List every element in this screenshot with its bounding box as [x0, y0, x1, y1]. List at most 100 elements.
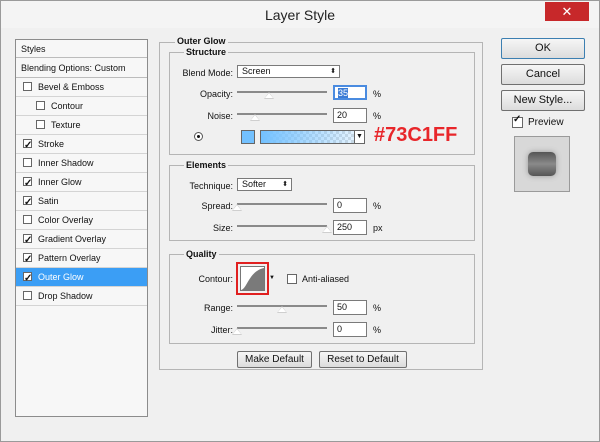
- style-checkbox[interactable]: [23, 174, 32, 193]
- anti-aliased-checkbox[interactable]: [287, 274, 297, 284]
- opacity-slider-thumb[interactable]: [263, 92, 274, 99]
- style-item-label: Texture: [51, 120, 81, 130]
- style-preview: [514, 136, 570, 192]
- technique-select[interactable]: Softer ⬍: [237, 178, 292, 191]
- glow-color-swatch[interactable]: [241, 130, 255, 144]
- styles-header[interactable]: Styles: [16, 40, 147, 58]
- spread-slider-thumb[interactable]: [232, 204, 242, 211]
- quality-title: Quality: [184, 249, 219, 259]
- noise-input[interactable]: 20: [333, 108, 367, 123]
- size-slider-thumb[interactable]: [322, 226, 332, 233]
- style-item-label: Outer Glow: [38, 272, 84, 282]
- opacity-label: Opacity:: [199, 89, 233, 99]
- opacity-value: 35: [338, 88, 349, 98]
- style-checkbox[interactable]: [36, 120, 45, 129]
- style-item-drop-shadow[interactable]: Drop Shadow: [16, 287, 147, 306]
- outer-glow-title: Outer Glow: [175, 36, 228, 46]
- style-checkbox[interactable]: [23, 231, 32, 250]
- anti-aliased-label: Anti-aliased: [302, 274, 350, 284]
- blend-mode-label: Blend Mode:: [182, 68, 233, 78]
- make-default-button[interactable]: Make Default: [237, 351, 312, 368]
- range-input[interactable]: 50: [333, 300, 367, 315]
- color-annotation: #73C1FF: [374, 124, 458, 146]
- size-slider[interactable]: [237, 225, 327, 227]
- ok-button[interactable]: OK: [501, 38, 585, 59]
- blending-options-item[interactable]: Blending Options: Custom: [16, 59, 147, 78]
- noise-unit: %: [373, 111, 382, 121]
- select-arrow-icon: ⬍: [330, 68, 336, 75]
- style-item-contour[interactable]: Contour: [16, 97, 147, 116]
- style-item-stroke[interactable]: Stroke: [16, 135, 147, 155]
- jitter-input[interactable]: 0: [333, 322, 367, 337]
- style-checkbox[interactable]: [23, 269, 32, 288]
- style-item-pattern-overlay[interactable]: Pattern Overlay: [16, 249, 147, 269]
- technique-label: Technique:: [189, 181, 233, 191]
- style-checkbox[interactable]: [23, 136, 32, 155]
- style-checkbox[interactable]: [36, 101, 45, 110]
- gradient-dropdown-arrow-icon[interactable]: ▼: [354, 130, 365, 144]
- contour-dropdown-arrow-icon[interactable]: ▼: [269, 275, 275, 281]
- preview-checkbox[interactable]: [512, 114, 523, 128]
- range-slider-thumb[interactable]: [277, 306, 287, 313]
- jitter-unit: %: [373, 325, 382, 335]
- jitter-slider-thumb[interactable]: [232, 328, 242, 335]
- spread-unit: %: [373, 201, 382, 211]
- opacity-input[interactable]: 35: [333, 85, 367, 100]
- spread-label: Spread:: [201, 201, 233, 211]
- style-item-bevel-emboss[interactable]: Bevel & Emboss: [16, 78, 147, 97]
- opacity-unit: %: [373, 89, 382, 99]
- glow-gradient-picker[interactable]: [260, 130, 356, 144]
- style-item-label: Pattern Overlay: [38, 253, 101, 263]
- styles-list: Styles Blending Options: Custom Bevel & …: [15, 39, 148, 417]
- style-checkbox[interactable]: [23, 158, 32, 167]
- technique-value: Softer: [242, 179, 267, 189]
- style-checkbox[interactable]: [23, 250, 32, 269]
- contour-picker[interactable]: [236, 262, 269, 295]
- style-item-label: Stroke: [38, 139, 65, 149]
- style-item-gradient-overlay[interactable]: Gradient Overlay: [16, 230, 147, 250]
- opacity-slider[interactable]: [237, 91, 327, 93]
- structure-title: Structure: [184, 47, 229, 57]
- close-button[interactable]: ✕: [545, 2, 589, 21]
- solid-color-radio[interactable]: [194, 132, 203, 141]
- spread-input[interactable]: 0: [333, 198, 367, 213]
- dialog-title: Layer Style: [264, 7, 336, 23]
- spread-slider[interactable]: [237, 203, 327, 205]
- style-checkbox[interactable]: [23, 291, 32, 300]
- blend-mode-select[interactable]: Screen ⬍: [237, 65, 340, 78]
- contour-preview: [240, 266, 265, 291]
- preview-thumbnail: [528, 152, 556, 176]
- new-style-button[interactable]: New Style...: [501, 90, 585, 111]
- style-item-label: Color Overlay: [38, 215, 94, 225]
- style-item-color-overlay[interactable]: Color Overlay: [16, 211, 147, 230]
- style-checkbox[interactable]: [23, 82, 32, 91]
- preview-label: Preview: [528, 117, 564, 128]
- jitter-slider[interactable]: [237, 327, 327, 329]
- contour-curve-icon: [241, 268, 264, 290]
- blend-mode-value: Screen: [242, 66, 271, 76]
- style-item-label: Satin: [38, 196, 59, 206]
- style-item-inner-glow[interactable]: Inner Glow: [16, 173, 147, 193]
- noise-slider-thumb[interactable]: [250, 114, 260, 121]
- size-label: Size:: [212, 223, 233, 233]
- style-item-label: Gradient Overlay: [38, 234, 107, 244]
- range-label: Range:: [203, 303, 233, 313]
- jitter-label: Jitter:: [210, 325, 233, 335]
- style-item-satin[interactable]: Satin: [16, 192, 147, 212]
- style-item-label: Contour: [51, 101, 84, 111]
- style-item-label: Drop Shadow: [38, 291, 93, 301]
- style-item-outer-glow[interactable]: Outer Glow: [16, 268, 147, 288]
- style-item-label: Bevel & Emboss: [38, 82, 105, 92]
- style-item-inner-shadow[interactable]: Inner Shadow: [16, 154, 147, 173]
- style-item-texture[interactable]: Texture: [16, 116, 147, 135]
- style-checkbox[interactable]: [23, 193, 32, 212]
- reset-to-default-button[interactable]: Reset to Default: [319, 351, 407, 368]
- size-unit: px: [373, 223, 383, 233]
- style-item-label: Inner Shadow: [38, 158, 94, 168]
- style-checkbox[interactable]: [23, 215, 32, 224]
- noise-label: Noise:: [207, 111, 233, 121]
- size-input[interactable]: 250: [333, 220, 367, 235]
- title-bar[interactable]: Layer Style ✕: [1, 1, 599, 28]
- layer-style-dialog: Layer Style ✕ Styles Blending Options: C…: [0, 0, 600, 442]
- cancel-button[interactable]: Cancel: [501, 64, 585, 85]
